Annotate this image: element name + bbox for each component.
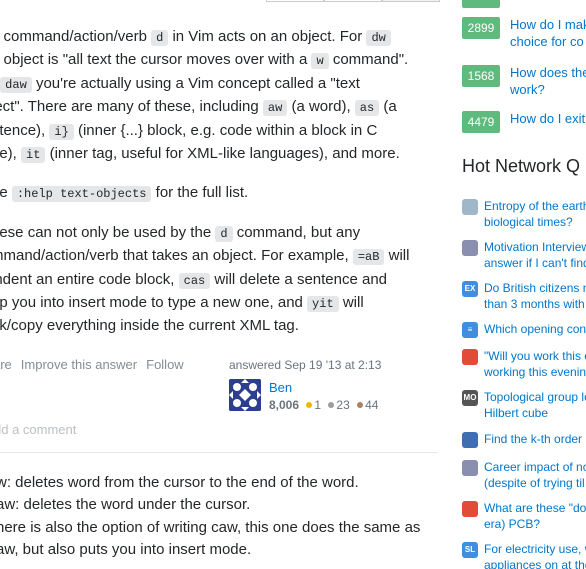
writing-icon: ≡: [462, 322, 478, 338]
inline-code: d: [215, 225, 233, 242]
reputation-score: 8,006: [269, 398, 300, 412]
answer-paragraph: hese can not only be used by the d comma…: [0, 222, 431, 338]
answer-text: will: [384, 247, 410, 265]
post-menu-item[interactable]: are: [0, 357, 12, 372]
comment-text: w: deletes word from the cursor to the e…: [0, 472, 436, 562]
expatriates-icon: EX: [462, 281, 478, 297]
avatar[interactable]: [229, 379, 261, 411]
answer-text: mmand/action/verb that takes an object. …: [0, 247, 353, 265]
gold-badge-count: 1: [314, 398, 322, 412]
comment-line: aw: deletes the word under the cursor.: [0, 496, 251, 514]
answer-text: will delete a sentence and: [210, 270, 388, 288]
answer-text: will: [338, 294, 364, 312]
answer-text: ject". There are many of these, includin…: [0, 98, 263, 116]
bronze-badge-count: 44: [365, 398, 379, 412]
linked-question-score: 1568: [462, 65, 500, 87]
answer-text: you're actually using a Vim concept call…: [31, 74, 360, 92]
inline-code: aw: [262, 100, 288, 117]
silver-badge-count: 23: [336, 398, 350, 412]
sort-tab-1[interactable]: [266, 0, 324, 2]
mathoverflow-icon: MO: [462, 390, 478, 406]
answer-text: (inner tag, useful for XML-like language…: [45, 145, 400, 163]
answered-timestamp: answered Sep 19 '13 at 2:13: [229, 358, 382, 372]
answer-text: nk/copy everything inside the current XM…: [0, 317, 299, 335]
linked-question-score: 2899: [462, 17, 500, 39]
comment-line: aw, but also puts you into insert mode.: [0, 541, 252, 559]
comment-line: w: deletes word from the cursor to the e…: [0, 474, 359, 491]
sidebar: Hot Network Q 2899 How do I mak choice for…: [462, 0, 586, 569]
answer-text: (a: [379, 98, 397, 116]
inline-code: :help text-objects: [11, 186, 152, 203]
comment-line: here is also the option of writing caw, …: [0, 518, 421, 536]
hot-network-question-link[interactable]: Career impact of no (despite of trying ti…: [484, 459, 586, 491]
hot-network-question-link[interactable]: Motivation Interview answer if I can't fi…: [484, 239, 586, 271]
linked-question-link[interactable]: How does the work?: [510, 64, 586, 98]
post-menu: are Improve this answer Follow: [0, 357, 193, 372]
inline-code: d: [151, 30, 169, 46]
inline-code: =aB: [352, 249, 385, 266]
post-menu-item[interactable]: Improve this answer: [21, 357, 137, 372]
answer-paragraph: ee :help text-objects for the full list.: [0, 182, 431, 205]
answer-text: de),: [0, 145, 17, 163]
hot-network-questions-title[interactable]: Hot Network Q: [462, 156, 580, 177]
hot-network-question-link[interactable]: Topological group lo Hilbert cube: [484, 389, 586, 421]
earth-science-icon: [462, 199, 478, 215]
bronze-badge-icon: [357, 402, 364, 409]
linked-question-score-partial: [462, 0, 500, 8]
answer-text: indent an entire code block,: [0, 270, 179, 288]
answer-text: op you into insert mode to type a new on…: [0, 294, 308, 312]
inline-code: it: [21, 147, 46, 164]
inline-code: dw: [366, 30, 391, 46]
hot-network-question-link[interactable]: For electricity use, w appliances on at t…: [484, 541, 586, 569]
linked-question-link[interactable]: How do I mak choice for co: [510, 16, 586, 50]
answer-text: for the full list.: [151, 184, 249, 202]
answer-text: (inner {...} block, e.g. code within a b…: [73, 121, 378, 139]
hot-network-question-link[interactable]: Which opening con: [484, 321, 586, 337]
silver-badge-icon: [328, 402, 335, 409]
sort-tab-3[interactable]: [382, 0, 440, 2]
hot-network-question-link[interactable]: "Will you work this e working this evenin: [484, 348, 586, 380]
books-icon: [462, 240, 478, 256]
answer-body: e command/action/verb d in Vim acts on a…: [0, 26, 431, 354]
linked-question-link[interactable]: How do I exit: [510, 110, 586, 127]
gold-badge-icon: [306, 402, 313, 409]
answer-text: hese can not only be used by the: [0, 223, 216, 241]
hot-network-question-link[interactable]: Do British citizens n than 3 months with: [484, 280, 586, 312]
answer-text: command, but any: [232, 223, 361, 241]
hot-network-question-link[interactable]: Entropy of the earth biological times?: [484, 198, 586, 230]
post-menu-item[interactable]: Follow: [146, 357, 184, 372]
inline-code: w: [311, 53, 329, 70]
inline-code: daw: [0, 76, 32, 93]
sort-tabs[interactable]: [266, 0, 440, 2]
retrocomputing-icon: [462, 501, 478, 517]
inline-code: yit: [307, 296, 339, 313]
bookmark-icon: [462, 349, 478, 365]
sort-tab-2[interactable]: [324, 0, 382, 2]
inline-code: as: [354, 100, 380, 117]
user-card: answered Sep 19 '13 at 2:13 Ben 8,006 1 …: [229, 358, 429, 412]
user-name[interactable]: Ben: [269, 380, 292, 395]
answer-text: ntence),: [0, 121, 46, 139]
books-icon: [462, 460, 478, 476]
answer-text: command".: [328, 51, 409, 69]
answer-text: e object is "all text the cursor moves o…: [0, 51, 312, 69]
add-comment-link[interactable]: dd a comment: [0, 422, 76, 437]
divider: [0, 452, 438, 453]
answer-text: e command/action/verb: [0, 28, 152, 45]
linked-question-score: 4479: [462, 111, 500, 133]
answer-column: e command/action/verb d in Vim acts on a…: [0, 0, 440, 569]
inline-code: cas: [178, 272, 211, 289]
hot-network-question-link[interactable]: Find the k-th order: [484, 431, 586, 447]
hot-network-question-link[interactable]: What are these "do era) PCB?: [484, 500, 586, 532]
sustainable-living-icon: SL: [462, 542, 478, 558]
answer-text: (a word),: [287, 98, 355, 116]
answer-text: in Vim acts on an object. For: [168, 28, 367, 45]
user-reputation: 8,006 1 23 44: [269, 398, 378, 412]
answer-paragraph: e command/action/verb d in Vim acts on a…: [0, 26, 431, 166]
medal-icon: [462, 432, 478, 448]
inline-code: i}: [49, 123, 74, 140]
answer-text: ee: [0, 184, 8, 202]
